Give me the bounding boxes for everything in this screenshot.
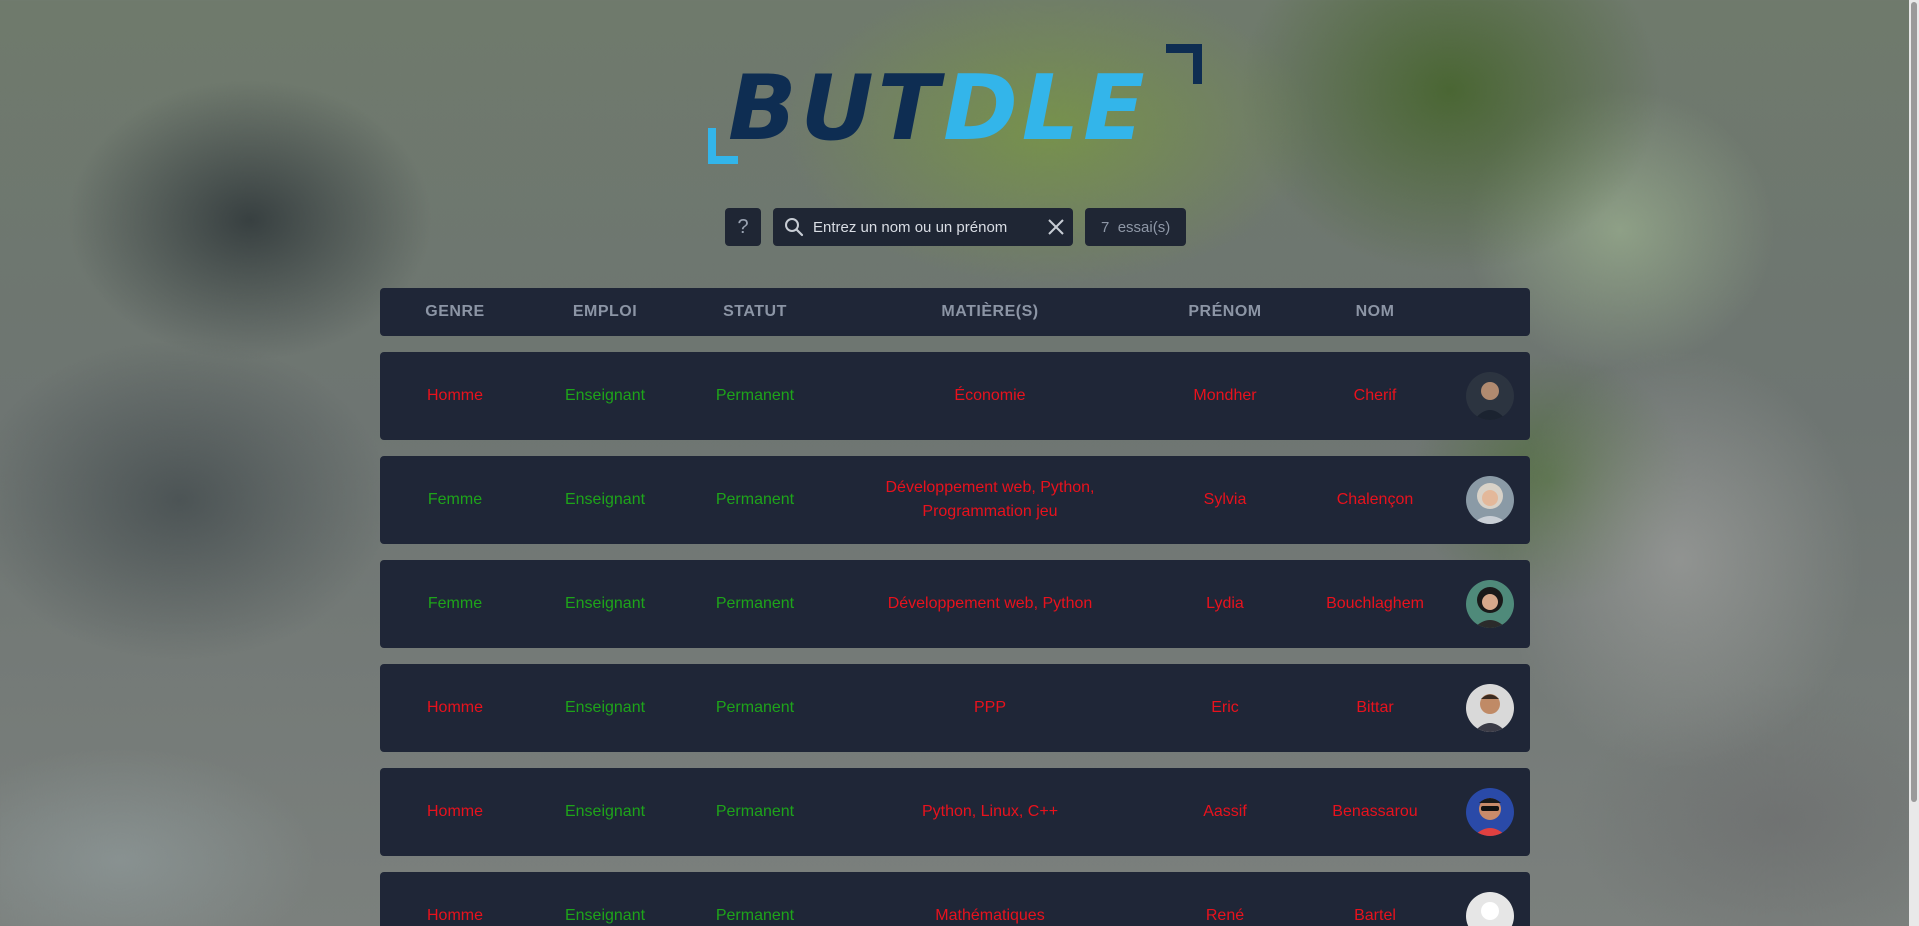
- cell-genre: Homme: [426, 803, 483, 820]
- header-statut: STATUT: [723, 303, 787, 320]
- avatar-cell: [1450, 788, 1530, 836]
- cell-nom: Bouchlaghem: [1326, 595, 1424, 612]
- cell-matieres: Mathématiques: [935, 907, 1045, 924]
- cell-matieres: Économie: [954, 387, 1026, 404]
- cell-matieres: Développement web, Python: [887, 595, 1093, 612]
- tries-count: 7: [1101, 218, 1110, 236]
- avatar: [1466, 372, 1514, 420]
- search-input[interactable]: [811, 217, 1039, 237]
- cell-nom: Bittar: [1356, 699, 1394, 716]
- header-nom: NOM: [1355, 303, 1395, 320]
- guess-row: Homme Enseignant Permanent PPP Eric Bitt…: [380, 664, 1530, 752]
- header-matieres: MATIÈRE(S): [941, 303, 1039, 320]
- cell-emploi: Enseignant: [564, 595, 646, 612]
- cell-emploi: Enseignant: [564, 491, 646, 508]
- cell-matieres: PPP: [973, 699, 1006, 716]
- cell-genre: Homme: [426, 699, 483, 716]
- tries-counter: 7 essai(s): [1085, 208, 1187, 246]
- guess-row: Homme Enseignant Permanent Économie Mond…: [380, 352, 1530, 440]
- header-emploi: EMPLOI: [572, 303, 638, 320]
- cell-emploi: Enseignant: [564, 387, 646, 404]
- logo-text-part2: DLE: [943, 56, 1149, 161]
- avatar-cell: [1450, 580, 1530, 628]
- logo-corner-top-right: [1166, 44, 1202, 84]
- cell-statut: Permanent: [715, 907, 795, 924]
- cell-prenom: René: [1205, 907, 1245, 924]
- cell-emploi: Enseignant: [564, 907, 646, 924]
- cell-prenom: Eric: [1211, 699, 1239, 716]
- app-logo: BUTDLE: [708, 44, 1202, 164]
- guess-row: Femme Enseignant Permanent Développement…: [380, 456, 1530, 544]
- cell-genre: Femme: [427, 595, 483, 612]
- cell-statut: Permanent: [715, 699, 795, 716]
- avatar-cell: [1450, 684, 1530, 732]
- help-button[interactable]: ?: [725, 208, 761, 246]
- header-prenom: PRÉNOM: [1188, 303, 1262, 320]
- cell-nom: Chalençon: [1336, 491, 1414, 508]
- search-toolbar: ? 7 essai(s): [725, 208, 1187, 246]
- tries-label: essai(s): [1117, 218, 1171, 236]
- cell-prenom: Mondher: [1193, 387, 1257, 404]
- guess-row: Homme Enseignant Permanent Python, Linux…: [380, 768, 1530, 856]
- cell-matieres: Python, Linux, C++: [921, 803, 1059, 820]
- table-header: GENRE EMPLOI STATUT MATIÈRE(S) PRÉNOM NO…: [380, 288, 1530, 336]
- cell-statut: Permanent: [715, 387, 795, 404]
- cell-statut: Permanent: [715, 491, 795, 508]
- cell-emploi: Enseignant: [564, 803, 646, 820]
- avatar-cell: [1450, 372, 1530, 420]
- guess-row: Homme Enseignant Permanent Mathématiques…: [380, 872, 1530, 926]
- avatar: [1466, 788, 1514, 836]
- scrollbar-thumb[interactable]: [1911, 2, 1917, 802]
- cell-genre: Femme: [427, 491, 483, 508]
- search-box[interactable]: [773, 208, 1073, 246]
- logo-text: BUTDLE: [728, 64, 1149, 154]
- avatar: [1466, 580, 1514, 628]
- cell-prenom: Aassif: [1203, 803, 1247, 820]
- cell-prenom: Sylvia: [1203, 491, 1247, 508]
- clear-icon[interactable]: [1039, 218, 1073, 236]
- page-scrollbar[interactable]: [1909, 0, 1919, 926]
- avatar: [1466, 476, 1514, 524]
- cell-matieres: Développement web, Python, Programmation…: [885, 479, 1095, 520]
- cell-statut: Permanent: [715, 595, 795, 612]
- logo-text-part1: BUT: [728, 56, 944, 161]
- cell-emploi: Enseignant: [564, 699, 646, 716]
- cell-genre: Homme: [426, 907, 483, 924]
- cell-prenom: Lydia: [1206, 595, 1244, 612]
- default-avatar-icon: [1466, 892, 1514, 926]
- cell-nom: Bartel: [1354, 907, 1396, 924]
- help-icon: ?: [737, 215, 749, 238]
- avatar-cell: [1450, 892, 1530, 926]
- cell-statut: Permanent: [715, 803, 795, 820]
- cell-nom: Cherif: [1353, 387, 1397, 404]
- search-icon: [777, 217, 811, 237]
- guess-row: Femme Enseignant Permanent Développement…: [380, 560, 1530, 648]
- avatar: [1466, 684, 1514, 732]
- header-genre: GENRE: [425, 303, 485, 320]
- cell-nom: Benassarou: [1332, 803, 1418, 820]
- cell-genre: Homme: [426, 387, 483, 404]
- avatar-cell: [1450, 476, 1530, 524]
